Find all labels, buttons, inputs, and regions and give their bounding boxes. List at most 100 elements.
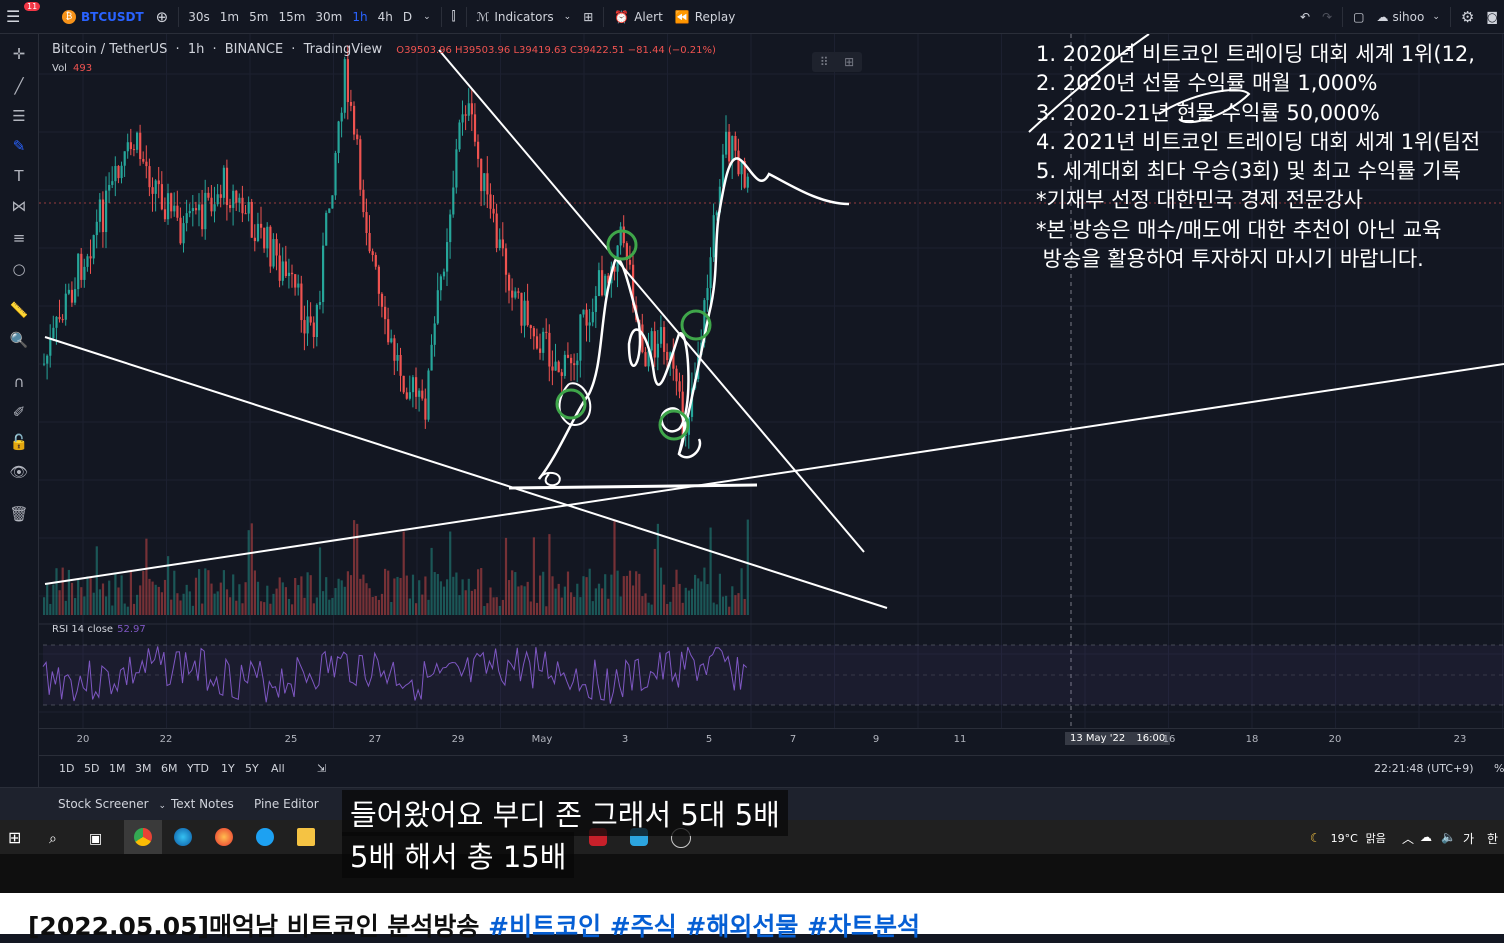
- compare-button[interactable]: ⊕: [150, 0, 175, 33]
- text-tool[interactable]: T: [9, 166, 29, 186]
- range-button-ytd[interactable]: YTD: [187, 762, 209, 775]
- firefox-icon[interactable]: [215, 828, 233, 846]
- volume-bar: [439, 581, 442, 615]
- candle-body: [43, 363, 46, 365]
- goto-date-button[interactable]: ⇲: [317, 762, 326, 775]
- volume-bar: [498, 605, 501, 615]
- range-button-1d[interactable]: 1D: [59, 762, 74, 775]
- magnet-tool[interactable]: ∩: [9, 372, 29, 392]
- volume-label: Vol: [52, 63, 67, 74]
- divider: [465, 6, 467, 27]
- redo-button[interactable]: ↷: [1316, 0, 1338, 33]
- undo-button[interactable]: ↶: [1294, 0, 1316, 33]
- volume-bar: [706, 584, 709, 615]
- timeframe-15m[interactable]: 15m: [273, 10, 310, 24]
- layout-button[interactable]: ⊞: [577, 0, 599, 33]
- candle-body: [325, 212, 328, 246]
- candle-body: [582, 309, 585, 315]
- ime-indicator[interactable]: 가: [1463, 830, 1474, 847]
- prediction-tool[interactable]: ≡: [9, 228, 29, 248]
- fullscreen-button[interactable]: ▢: [1347, 0, 1370, 33]
- range-button-5d[interactable]: 5D: [84, 762, 99, 775]
- tab-pine-editor[interactable]: Pine Editor: [254, 797, 319, 811]
- chart-type-button[interactable]: ⫿: [446, 0, 462, 33]
- settings-button[interactable]: ⚙: [1455, 0, 1480, 33]
- ruler-tool[interactable]: 📏: [9, 300, 29, 320]
- tab-text-notes[interactable]: Text Notes: [171, 797, 234, 811]
- clock-label[interactable]: 22:21:48 (UTC+9): [1374, 762, 1474, 775]
- candle-body: [95, 221, 98, 236]
- divider: [178, 6, 180, 27]
- bird-app-icon[interactable]: [256, 828, 274, 846]
- brush-tool[interactable]: ✎: [9, 136, 29, 156]
- range-button-1y[interactable]: 1Y: [221, 762, 235, 775]
- language-indicator[interactable]: 한: [1487, 830, 1498, 847]
- weather-widget[interactable]: ☾ 19°C 맑음: [1310, 830, 1386, 846]
- video-hashtags[interactable]: #비트코인 #주식 #해외선물 #차트분석: [488, 912, 920, 941]
- camera-button[interactable]: ◙: [1480, 0, 1504, 33]
- volume-bar: [625, 575, 628, 615]
- search-button[interactable]: ⌕: [49, 828, 67, 847]
- volume-bar: [421, 594, 424, 615]
- timeframe-5m[interactable]: 5m: [244, 10, 273, 24]
- volume-bar: [517, 586, 520, 615]
- replay-button[interactable]: ⏪ Replay: [669, 0, 742, 33]
- timeframe-1m[interactable]: 1m: [215, 10, 244, 24]
- candle-body: [247, 201, 250, 214]
- volume-bar: [697, 578, 700, 615]
- range-button-5y[interactable]: 5Y: [245, 762, 259, 775]
- lock-tool[interactable]: 🔓: [9, 432, 29, 452]
- cloud-layout-button[interactable]: ☁ sihoo ⌄: [1370, 0, 1445, 33]
- volume-bar: [675, 569, 678, 615]
- trendline-tool[interactable]: ╱: [9, 76, 29, 96]
- range-button-6m[interactable]: 6M: [161, 762, 178, 775]
- edge-icon[interactable]: [174, 828, 192, 846]
- alert-button[interactable]: ⏰ Alert: [608, 0, 669, 33]
- timeframe-D[interactable]: D: [398, 10, 417, 24]
- timeframe-1h[interactable]: 1h: [347, 10, 372, 24]
- timeframe-30m[interactable]: 30m: [310, 10, 347, 24]
- range-button-1m[interactable]: 1M: [109, 762, 126, 775]
- chevron-down-icon: ⌄: [563, 11, 572, 22]
- percent-toggle[interactable]: %: [1494, 762, 1504, 775]
- hide-tool[interactable]: 👁: [9, 462, 29, 482]
- volume-bar: [486, 603, 489, 615]
- menu-button[interactable]: ☰ 11: [0, 0, 41, 33]
- pencil-lock-icon: ✐: [12, 403, 26, 421]
- volume-icon[interactable]: 🔈: [1441, 830, 1456, 844]
- tab-stock-screener[interactable]: Stock Screener ⌄: [58, 797, 166, 811]
- volume-bar: [365, 583, 368, 615]
- pattern-tool[interactable]: ⋈: [9, 196, 29, 216]
- chart-pane-controls[interactable]: ⠿ ⊞: [812, 52, 862, 72]
- volume-bar: [588, 568, 591, 615]
- range-button-3m[interactable]: 3M: [135, 762, 152, 775]
- symbol-search-button[interactable]: ₿ BTCUSDT: [56, 0, 150, 33]
- candle-body: [108, 184, 111, 191]
- candle-body: [64, 293, 67, 320]
- fib-tool[interactable]: ☰: [9, 106, 29, 126]
- task-view-button[interactable]: ▣: [89, 828, 107, 847]
- candle-body: [532, 328, 535, 337]
- interval-label: 1h: [187, 42, 205, 57]
- stay-drawing-tool[interactable]: ✐: [9, 402, 29, 422]
- indicators-button[interactable]: ℳ Indicators ⌄: [471, 0, 578, 33]
- tray-chevron-icon[interactable]: ︿: [1402, 830, 1414, 847]
- volume-bar: [613, 521, 616, 615]
- network-icon[interactable]: ☁: [1420, 830, 1432, 844]
- shape-tool[interactable]: ○: [9, 259, 29, 279]
- timeframe-30s[interactable]: 30s: [183, 10, 215, 24]
- zoom-tool[interactable]: 🔍: [9, 330, 29, 350]
- start-button[interactable]: ⊞: [8, 828, 26, 847]
- candle-body: [464, 114, 467, 116]
- volume-bar: [740, 568, 743, 615]
- user-label: sihoo: [1392, 9, 1425, 24]
- delete-tool[interactable]: 🗑: [9, 504, 29, 524]
- volume-legend: Vol 493: [52, 63, 92, 74]
- chrome-taskbar-button[interactable]: [124, 820, 162, 854]
- time-axis[interactable]: 13 May '22 16:00 20 22 25 27 29 May 3 5 7 9 11 16 18…: [39, 728, 1504, 751]
- timeframe-dropdown[interactable]: ⌄: [417, 0, 437, 33]
- crosshair-tool[interactable]: ✛: [9, 44, 29, 64]
- range-button-all[interactable]: All: [271, 762, 285, 775]
- folder-icon[interactable]: [297, 828, 315, 846]
- timeframe-4h[interactable]: 4h: [373, 10, 398, 24]
